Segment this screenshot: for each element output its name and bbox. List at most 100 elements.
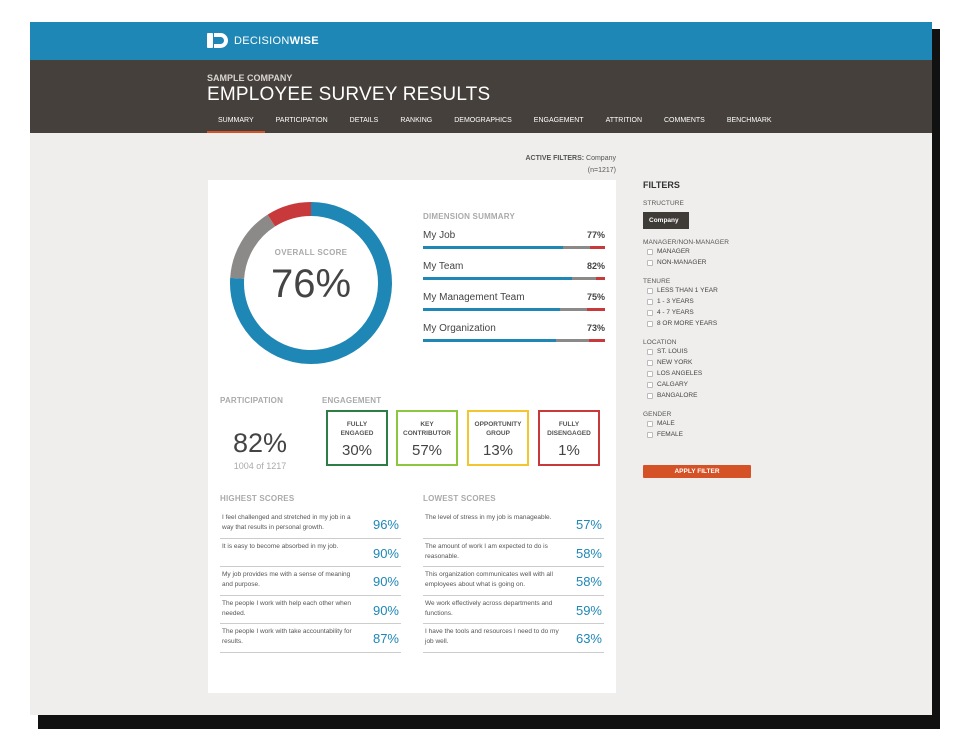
filter-option[interactable]: 8 OR MORE YEARS (647, 318, 753, 329)
tab-participation[interactable]: PARTICIPATION (265, 116, 339, 133)
engagement-box-label: OPPORTUNITY GROUP (474, 421, 522, 437)
decisionwise-logo[interactable]: DECISIONWISE (207, 32, 319, 49)
checkbox[interactable] (647, 259, 653, 266)
score-statement: It is easy to become absorbed in my job. (222, 542, 339, 550)
checkbox[interactable] (647, 320, 653, 327)
checkbox[interactable] (647, 287, 653, 294)
page-title: EMPLOYEE SURVEY RESULTS (207, 84, 491, 105)
checkbox[interactable] (647, 359, 653, 366)
score-value: 58% (575, 574, 602, 589)
filters-title: FILTERS (643, 180, 680, 190)
highest-scores-list: I feel challenged and stretched in my jo… (220, 510, 401, 653)
tab-ranking[interactable]: RANKING (389, 116, 443, 133)
tab-attrition[interactable]: ATTRITION (595, 116, 653, 133)
score-row: My job provides me with a sense of meani… (220, 567, 401, 596)
engagement-box: OPPORTUNITY GROUP 13% (467, 410, 529, 466)
structure-company-button[interactable]: Company (643, 212, 689, 229)
score-statement: I have the tools and resources I need to… (425, 628, 559, 645)
unfavorable-segment (586, 308, 605, 311)
donut-unfavorable-segment (267, 202, 312, 227)
filter-option[interactable]: 1 - 3 YEARS (647, 296, 753, 307)
engagement-box-value: 30% (341, 442, 373, 459)
participation-section: PARTICIPATION (220, 396, 310, 405)
filter-option[interactable]: 4 - 7 YEARS (647, 307, 753, 318)
lowest-scores-title: LOWEST SCORES (423, 494, 496, 503)
favorable-segment (423, 277, 573, 280)
checkbox[interactable] (647, 392, 653, 399)
score-statement: This organization communicates well with… (425, 571, 553, 588)
score-statement: We work effectively across departments a… (425, 599, 553, 617)
tab-details[interactable]: DETAILS (339, 116, 390, 133)
tab-summary[interactable]: SUMMARY (207, 116, 265, 133)
tab-comments[interactable]: COMMENTS (653, 116, 716, 133)
checkbox[interactable] (647, 348, 653, 355)
filter-option[interactable]: NON-MANAGER (647, 257, 753, 268)
filter-group-title: LOCATION (643, 339, 677, 346)
engagement-box-label: KEY CONTRIBUTOR (403, 421, 451, 437)
score-row: It is easy to become absorbed in my job.… (220, 539, 401, 567)
dimension-row: My Team 82% (423, 252, 605, 283)
filter-option-label: ST. LOUIS (657, 348, 688, 355)
dimension-bar (423, 277, 605, 280)
filters-panel: FILTERS STRUCTURE Company MANAGER/NON-MA… (643, 180, 753, 478)
dimension-percent: 77% (586, 230, 605, 240)
participation-value: 82% (232, 428, 288, 458)
engagement-box-value: 1% (558, 442, 580, 459)
score-value: 90% (372, 574, 399, 589)
unfavorable-segment (595, 277, 605, 280)
dimension-summary-title: DIMENSION SUMMARY (423, 212, 515, 221)
filter-option[interactable]: CALGARY (647, 379, 753, 390)
score-value: 58% (575, 545, 602, 561)
score-row: We work effectively across departments a… (423, 596, 604, 624)
checkbox[interactable] (647, 248, 653, 255)
checkbox[interactable] (647, 370, 653, 377)
filter-option[interactable]: MANAGER (647, 246, 753, 257)
logo-icon (207, 32, 229, 49)
filter-option[interactable]: BANGALORE (647, 390, 753, 401)
favorable-segment (423, 308, 560, 311)
lowest-scores-list: The level of stress in my job is managea… (423, 510, 604, 653)
checkbox[interactable] (647, 420, 653, 427)
logo-text: DECISIONWISE (234, 34, 319, 47)
filter-option[interactable]: LOS ANGELES (647, 368, 753, 379)
dimension-row: My Organization 73% (423, 314, 605, 345)
score-value: 57% (575, 517, 602, 532)
engagement-box-value: 13% (482, 442, 514, 459)
engagement-box-label: FULLY DISENGAGED (547, 421, 591, 437)
participation-count: 1004 of 1217 (233, 461, 287, 471)
filter-group-title: TENURE (643, 278, 671, 285)
dimension-row: My Job 77% (423, 221, 605, 252)
dimension-percent: 82% (586, 261, 605, 271)
filter-option[interactable]: FEMALE (647, 429, 753, 440)
tab-demographics[interactable]: DEMOGRAPHICS (443, 116, 523, 133)
structure-title: STRUCTURE (643, 200, 684, 207)
score-row: I have the tools and resources I need to… (423, 624, 604, 653)
filter-option[interactable]: MALE (647, 418, 753, 429)
filter-option[interactable]: LESS THAN 1 YEAR (647, 285, 753, 296)
filter-group-title: MANAGER/NON-MANAGER (643, 239, 730, 246)
filter-option-label: BANGALORE (657, 392, 698, 399)
score-value: 90% (372, 602, 399, 618)
score-row: I feel challenged and stretched in my jo… (220, 510, 401, 539)
company-name: SAMPLE COMPANY (207, 73, 293, 83)
checkbox[interactable] (647, 309, 653, 316)
filter-option[interactable]: ST. LOUIS (647, 346, 753, 357)
dimension-label: My Team (423, 261, 464, 272)
checkbox[interactable] (647, 298, 653, 305)
filter-option-label: 1 - 3 YEARS (657, 298, 694, 305)
active-filters: ACTIVE FILTERS: Company (n=1217) (525, 155, 616, 174)
filter-option[interactable]: NEW YORK (647, 357, 753, 368)
tab-benchmark[interactable]: BENCHMARK (716, 116, 783, 133)
score-value: 63% (575, 631, 602, 646)
dimension-row: My Management Team 75% (423, 283, 605, 314)
engagement-box: FULLY ENGAGED 30% (326, 410, 388, 466)
checkbox[interactable] (647, 431, 653, 438)
checkbox[interactable] (647, 381, 653, 388)
tab-engagement[interactable]: ENGAGEMENT (523, 116, 595, 133)
filter-option-label: NEW YORK (657, 359, 693, 366)
score-value: 59% (575, 602, 602, 618)
filter-option-label: MANAGER (657, 248, 690, 255)
overall-score-donut: OVERALL SCORE 76% (228, 200, 394, 366)
apply-filter-button[interactable]: APPLY FILTER (643, 465, 751, 478)
filter-group-title: GENDER (643, 411, 672, 418)
